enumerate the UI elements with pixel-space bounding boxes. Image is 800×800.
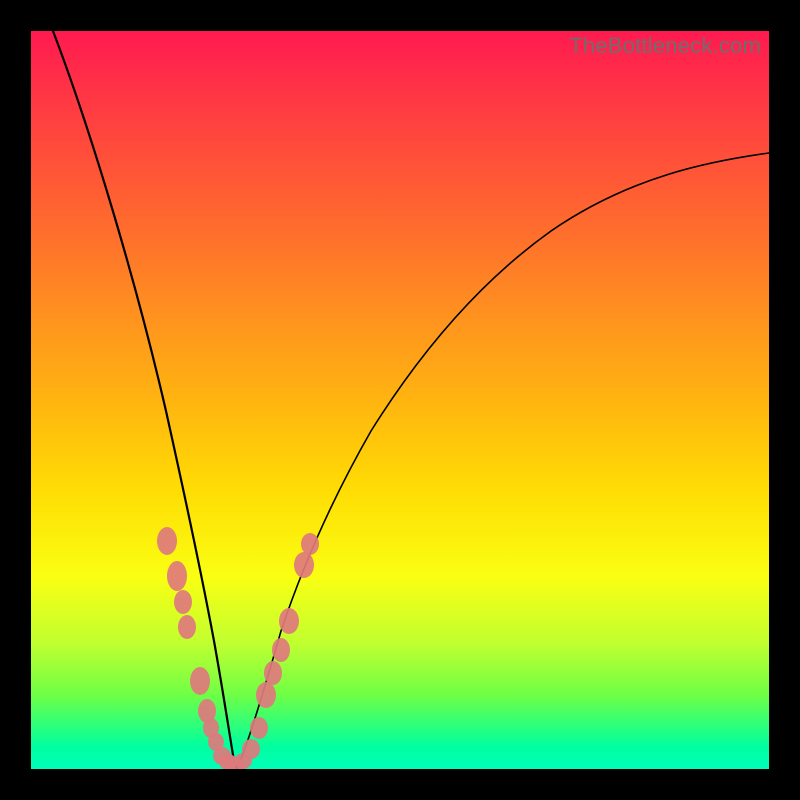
marker-dot	[167, 561, 187, 591]
marker-dot	[178, 615, 196, 639]
marker-dot	[264, 661, 282, 685]
chart-overlay	[31, 31, 769, 769]
marker-dot	[279, 608, 299, 634]
marker-dot	[294, 552, 314, 578]
chart-frame: TheBottleneck.com	[0, 0, 800, 800]
marker-dot	[190, 667, 210, 695]
marker-dot	[256, 682, 276, 708]
plot-area: TheBottleneck.com	[31, 31, 769, 769]
marker-dot	[250, 717, 268, 739]
marker-dot	[301, 533, 319, 555]
marker-dot	[157, 527, 177, 555]
marker-dot	[242, 739, 260, 759]
curve-left-branch	[53, 31, 237, 769]
marker-dot	[272, 638, 290, 662]
marker-dot	[174, 590, 192, 614]
curve-right-branch	[237, 153, 769, 769]
